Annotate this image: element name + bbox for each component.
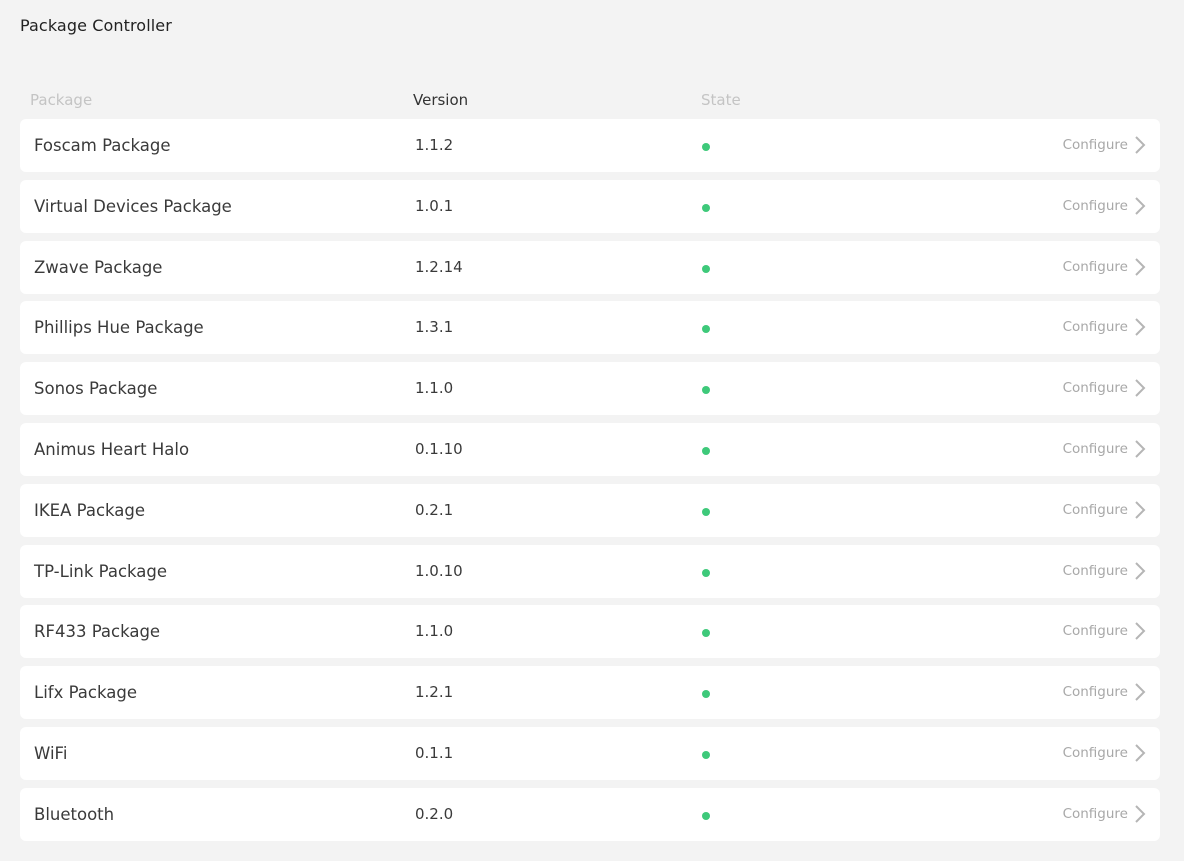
configure-label: Configure [1062,562,1128,579]
package-name: RF433 Package [34,622,161,642]
chevron-right-icon [1135,136,1146,154]
chevron-right-icon [1135,440,1146,458]
status-dot-icon [702,690,710,699]
package-name: Sonos Package [34,379,158,399]
package-name: Bluetooth [34,804,115,824]
configure-label: Configure [1062,440,1128,457]
configure-button[interactable]: Configure [1063,255,1146,279]
status-dot-icon [702,264,710,273]
package-row[interactable]: Bluetooth 0.2.0 Configure [20,787,1160,841]
package-row[interactable]: Phillips Hue Package 1.3.1 Configure [20,301,1160,355]
package-version: 0.2.0 [415,804,454,823]
package-row[interactable]: RF433 Package 1.1.0 Configure [20,605,1160,659]
configure-label: Configure [1062,744,1128,761]
package-version: 0.1.1 [415,743,454,762]
status-dot-icon [702,629,710,638]
package-controller-page: Package Controller Package Version State… [0,0,1184,861]
configure-button[interactable]: Configure [1063,133,1146,157]
status-dot-icon [702,203,710,212]
header-state[interactable]: State [701,89,741,111]
chevron-right-icon [1135,805,1146,823]
package-row[interactable]: Virtual Devices Package 1.0.1 Configure [20,179,1160,233]
configure-label: Configure [1062,319,1128,336]
package-version: 1.1.2 [415,136,454,154]
package-name: WiFi [34,743,68,763]
configure-label: Configure [1062,623,1128,640]
chevron-right-icon [1135,318,1146,337]
package-version: 1.0.1 [415,196,454,215]
package-row[interactable]: Lifx Package 1.2.1 Configure [20,666,1160,720]
package-name: Virtual Devices Package [34,196,232,216]
configure-button[interactable]: Configure [1063,194,1146,218]
chevron-right-icon [1135,622,1146,641]
configure-label: Configure [1062,258,1128,275]
package-list: Foscam Package 1.1.2 Configure Virtual D… [20,119,1160,849]
package-version: 1.1.0 [415,622,454,641]
package-row[interactable]: Zwave Package 1.2.14 Configure [20,240,1160,294]
package-name: Foscam Package [34,136,171,155]
header-version[interactable]: Version [413,89,468,111]
status-dot-icon [702,811,710,820]
configure-button[interactable]: Configure [1063,376,1146,400]
package-name: TP-Link Package [34,561,168,581]
package-row[interactable]: Sonos Package 1.1.0 Configure [20,362,1160,416]
package-name: Animus Heart Halo [34,439,190,459]
configure-label: Configure [1062,380,1128,397]
configure-label: Configure [1062,684,1128,701]
package-row[interactable]: IKEA Package 0.2.1 Configure [20,483,1160,537]
status-dot-icon [702,507,710,516]
status-dot-icon [702,446,710,455]
chevron-right-icon [1135,744,1146,762]
package-name: Zwave Package [34,257,163,277]
package-row[interactable]: Foscam Package 1.1.2 Configure [20,119,1160,172]
package-version: 1.1.0 [415,379,454,398]
table-header: Package Version State [20,89,1160,111]
configure-button[interactable]: Configure [1063,680,1146,704]
package-version: 0.2.1 [415,500,454,519]
status-dot-icon [702,325,710,334]
package-name: IKEA Package [34,500,146,520]
status-dot-icon [702,750,710,759]
package-version: 1.0.10 [415,561,463,580]
configure-label: Configure [1062,805,1128,822]
chevron-right-icon [1135,501,1146,519]
package-row[interactable]: TP-Link Package 1.0.10 Configure [20,544,1160,598]
configure-button[interactable]: Configure [1063,437,1146,461]
package-version: 1.3.1 [415,318,454,337]
chevron-right-icon [1135,379,1146,397]
configure-button[interactable]: Configure [1063,498,1146,522]
status-dot-icon [702,568,710,577]
configure-button[interactable]: Configure [1063,559,1146,583]
configure-button[interactable]: Configure [1063,619,1146,643]
package-version: 1.2.14 [415,257,463,276]
package-version: 0.1.10 [415,439,463,458]
configure-label: Configure [1062,501,1128,518]
package-row[interactable]: Animus Heart Halo 0.1.10 Configure [20,422,1160,476]
configure-label: Configure [1062,137,1128,153]
configure-button[interactable]: Configure [1063,802,1146,826]
package-name: Lifx Package [34,683,137,703]
chevron-right-icon [1135,683,1146,701]
package-version: 1.2.1 [415,683,454,702]
package-row[interactable]: WiFi 0.1.1 Configure [20,726,1160,780]
status-dot-icon [702,386,710,395]
status-dot-icon [702,143,710,151]
package-name: Phillips Hue Package [34,318,204,338]
configure-button[interactable]: Configure [1063,315,1146,339]
configure-button[interactable]: Configure [1063,741,1146,765]
page-title: Package Controller [20,16,172,35]
chevron-right-icon [1135,197,1146,215]
configure-label: Configure [1062,197,1128,214]
header-package[interactable]: Package [30,89,92,111]
chevron-right-icon [1135,257,1146,276]
chevron-right-icon [1135,561,1146,580]
